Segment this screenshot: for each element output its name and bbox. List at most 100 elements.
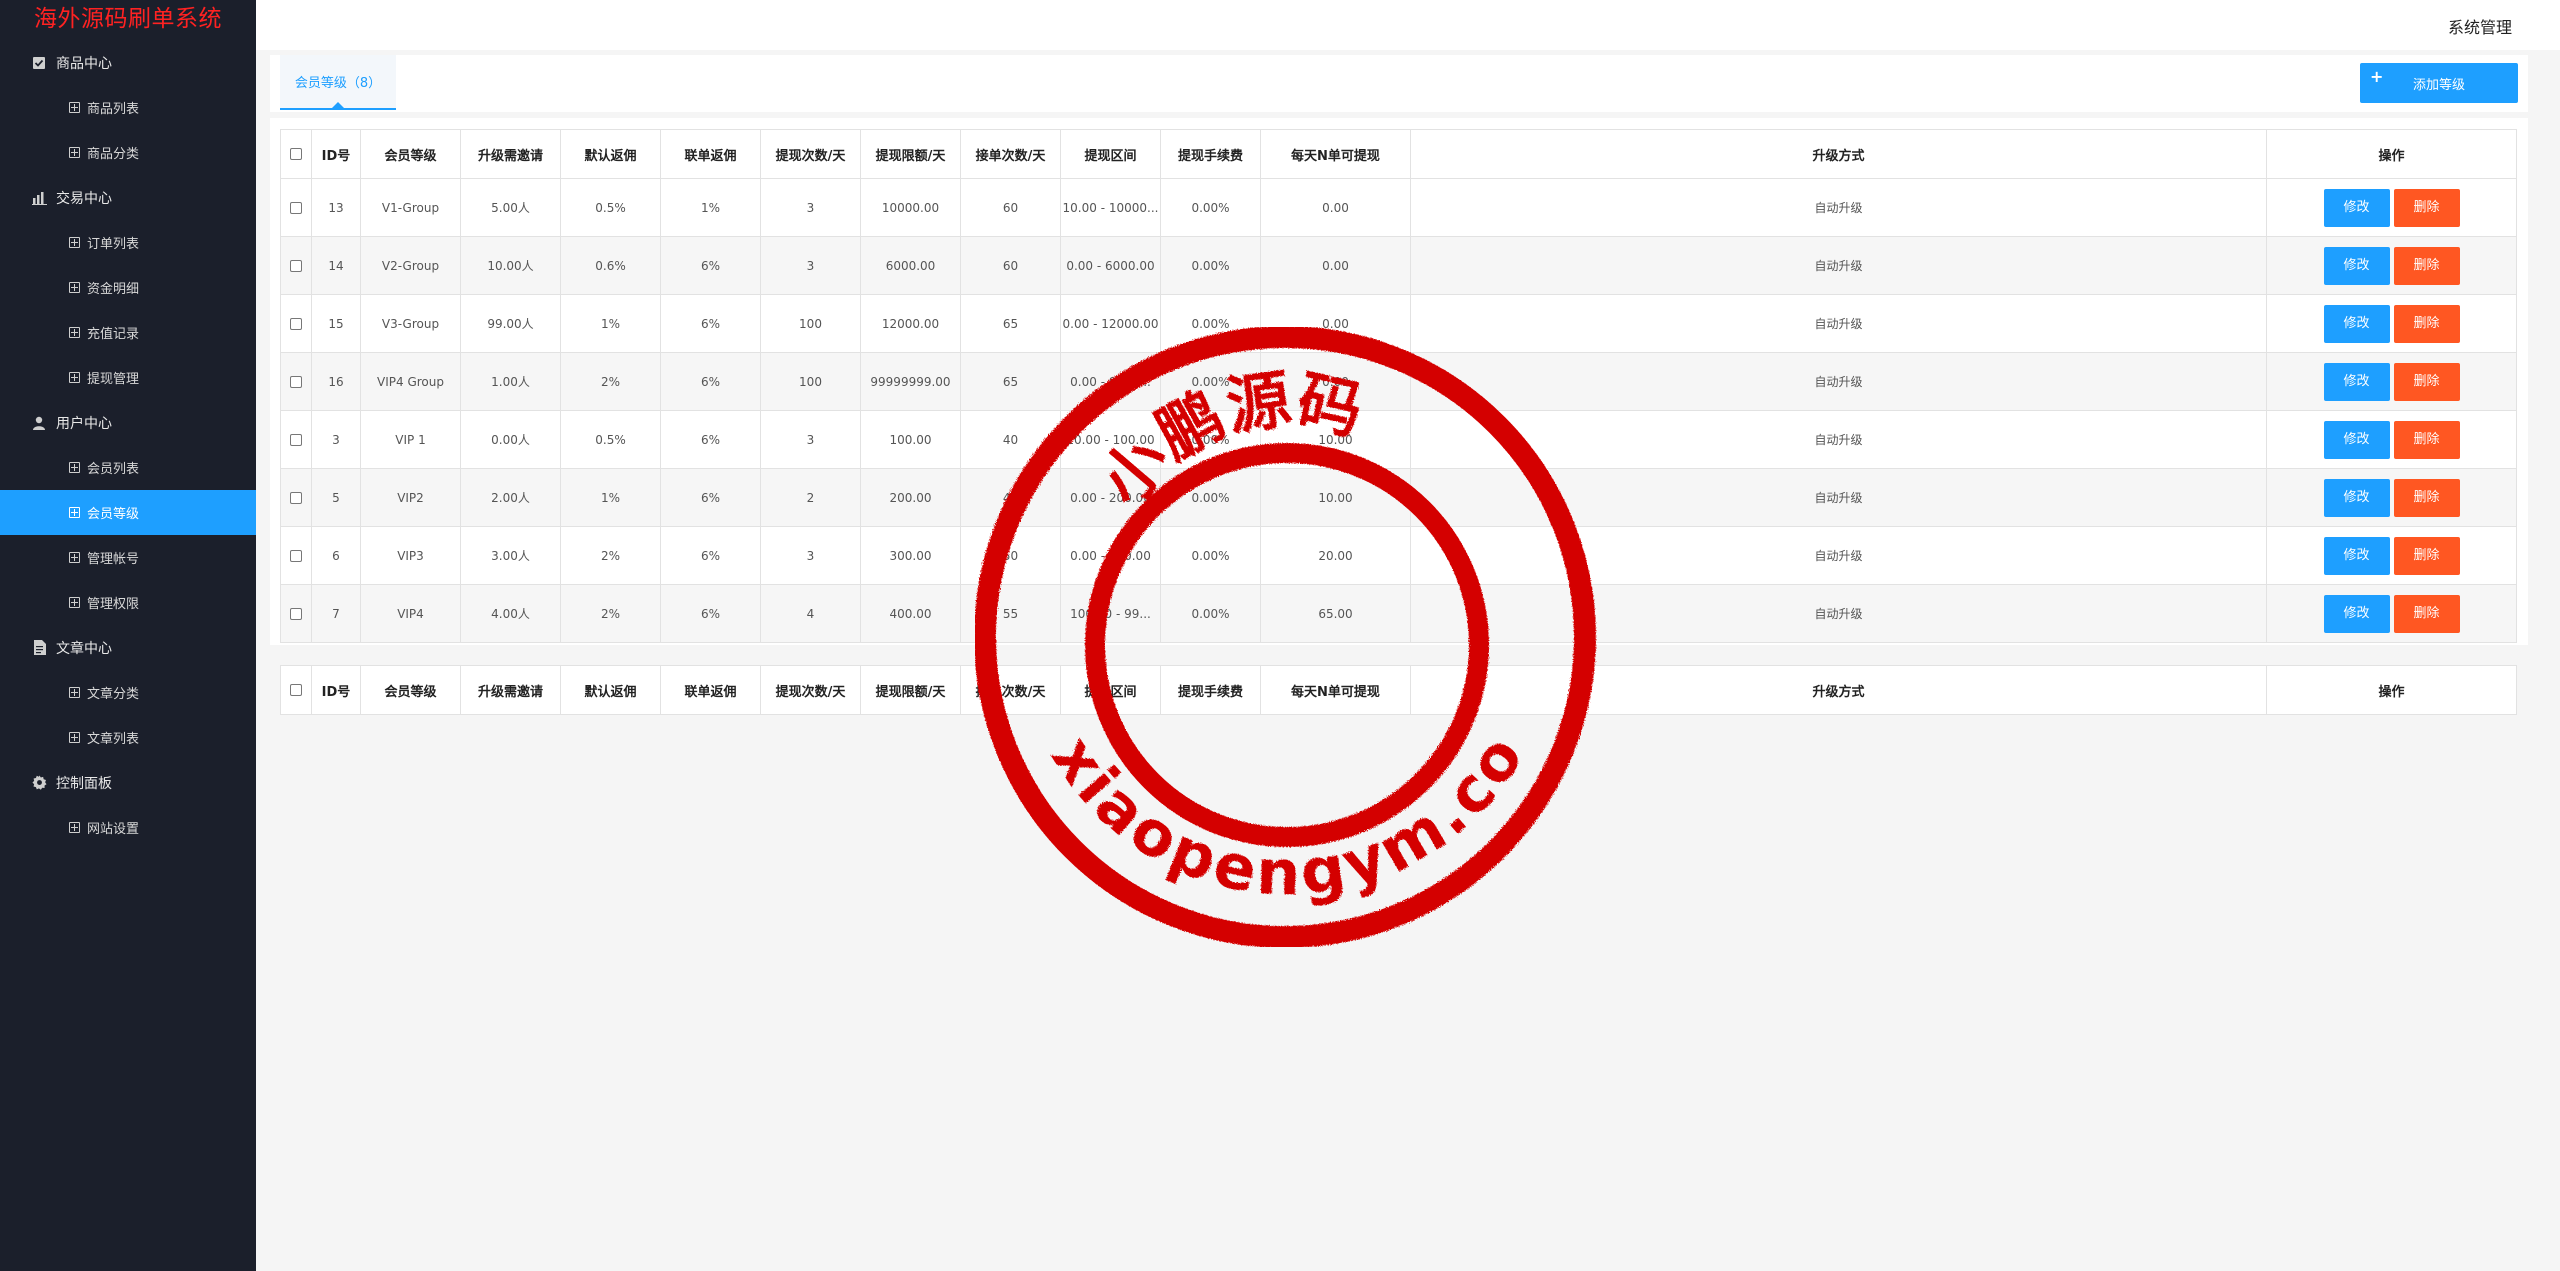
actions-cell: 修改 删除 xyxy=(2266,468,2517,527)
table-cell: V3-Group xyxy=(360,294,461,353)
grid-icon xyxy=(69,147,80,158)
sidebar-item-admin-permissions[interactable]: 管理权限 xyxy=(0,580,256,625)
sidebar-item-funds[interactable]: 资金明细 xyxy=(0,265,256,310)
table-row: 14 V2-Group 10.00人 0.6% 6% 3 6000.00 60 0.00 - 6… xyxy=(280,236,2517,295)
table-cell: 3 xyxy=(760,178,861,237)
add-level-button[interactable]: + 添加等级 xyxy=(2360,63,2518,103)
column-header: 操作 xyxy=(2266,665,2517,715)
member-level-table: ID号 会员等级 升级需邀请 默认返佣 联单返佣 提现次数/天 提现限额/天 接单次数/天 提现… xyxy=(280,129,2517,643)
table-cell: 10.00人 xyxy=(460,236,561,295)
bar-chart-icon xyxy=(31,190,47,206)
nav-group-control-panel[interactable]: 控制面板 xyxy=(0,760,256,805)
edit-button[interactable]: 修改 xyxy=(2323,420,2390,459)
edit-button[interactable]: 修改 xyxy=(2323,362,2390,401)
row-checkbox[interactable] xyxy=(290,318,302,330)
column-header: 每天N单可提现 xyxy=(1260,665,1411,715)
sidebar-item-recharge[interactable]: 充值记录 xyxy=(0,310,256,355)
grid-icon xyxy=(69,462,80,473)
table-cell: 0.00% xyxy=(1160,584,1261,643)
table-cell: 3 xyxy=(760,526,861,585)
actions-cell: 修改 删除 xyxy=(2266,178,2517,237)
nav-group-articles[interactable]: 文章中心 xyxy=(0,625,256,670)
sidebar-item-label: 订单列表 xyxy=(87,237,140,252)
grid-icon xyxy=(69,732,80,743)
table-row: 6 VIP3 3.00人 2% 6% 3 300.00 50 0.00 - 300.00 0.00… xyxy=(280,526,2517,585)
grid-icon xyxy=(69,102,80,113)
table-cell: 10.00 xyxy=(1260,468,1411,527)
row-checkbox[interactable] xyxy=(290,492,302,504)
sidebar-item-orders[interactable]: 订单列表 xyxy=(0,220,256,265)
nav-group-label: 控制面板 xyxy=(56,775,112,792)
delete-button[interactable]: 删除 xyxy=(2393,420,2460,459)
column-header: 接单次数/天 xyxy=(960,129,1061,179)
nav-group-users[interactable]: 用户中心 xyxy=(0,400,256,445)
table-cell: 40 xyxy=(960,410,1061,469)
sidebar-item-goods-list[interactable]: 商品列表 xyxy=(0,85,256,130)
column-header: 升级需邀请 xyxy=(460,665,561,715)
edit-button[interactable]: 修改 xyxy=(2323,304,2390,343)
table-cell: VIP 1 xyxy=(360,410,461,469)
delete-button[interactable]: 删除 xyxy=(2393,362,2460,401)
sidebar-item-article-category[interactable]: 文章分类 xyxy=(0,670,256,715)
delete-button[interactable]: 删除 xyxy=(2393,246,2460,285)
row-checkbox[interactable] xyxy=(290,608,302,620)
sidebar-item-label: 文章列表 xyxy=(87,732,140,747)
table-cell: 0.00 xyxy=(1260,178,1411,237)
table-cell: VIP4 xyxy=(360,584,461,643)
nav-group-trade[interactable]: 交易中心 xyxy=(0,175,256,220)
sidebar-item-admin-accounts[interactable]: 管理帐号 xyxy=(0,535,256,580)
sidebar-item-article-list[interactable]: 文章列表 xyxy=(0,715,256,760)
sidebar-item-members[interactable]: 会员列表 xyxy=(0,445,256,490)
table-cell: VIP2 xyxy=(360,468,461,527)
grid-icon xyxy=(69,687,80,698)
edit-button[interactable]: 修改 xyxy=(2323,536,2390,575)
tab-member-levels[interactable]: 会员等级（8） xyxy=(280,55,396,110)
select-all-checkbox[interactable] xyxy=(290,684,302,696)
tab-label: 会员等级（8） xyxy=(294,76,382,91)
sidebar-item-label: 管理权限 xyxy=(87,597,140,612)
edit-button[interactable]: 修改 xyxy=(2323,188,2390,227)
row-checkbox[interactable] xyxy=(290,376,302,388)
column-header: 联单返佣 xyxy=(660,665,761,715)
select-all-checkbox[interactable] xyxy=(290,148,302,160)
delete-button[interactable]: 删除 xyxy=(2393,594,2460,633)
delete-button[interactable]: 删除 xyxy=(2393,304,2460,343)
sidebar-item-label: 商品分类 xyxy=(87,147,140,162)
row-checkbox[interactable] xyxy=(290,260,302,272)
edit-button[interactable]: 修改 xyxy=(2323,478,2390,517)
sidebar-item-withdraw[interactable]: 提现管理 xyxy=(0,355,256,400)
table-cell: 自动升级 xyxy=(1410,584,2267,643)
app-logo[interactable]: 海外源码刷单系统 xyxy=(0,0,256,40)
table-cell: 0.00 xyxy=(1260,352,1411,411)
table-cell: 10.00 - 10000... xyxy=(1060,178,1161,237)
table-cell: 0.00 - 12000.00 xyxy=(1060,294,1161,353)
row-checkbox[interactable] xyxy=(290,434,302,446)
sidebar-item-site-settings[interactable]: 网站设置 xyxy=(0,805,256,850)
row-select-cell xyxy=(280,468,312,527)
system-management-link[interactable]: 系统管理 xyxy=(2448,14,2512,38)
table-cell: 0.5% xyxy=(560,410,661,469)
sidebar-item-member-levels[interactable]: 会员等级 xyxy=(0,490,256,535)
edit-button[interactable]: 修改 xyxy=(2323,246,2390,285)
column-header: 升级需邀请 xyxy=(460,129,561,179)
delete-button[interactable]: 删除 xyxy=(2393,188,2460,227)
table-cell: 自动升级 xyxy=(1410,526,2267,585)
edit-button[interactable]: 修改 xyxy=(2323,594,2390,633)
table-row: 5 VIP2 2.00人 1% 6% 2 200.00 45 0.00 - 200.00 0.00… xyxy=(280,468,2517,527)
table-cell: 自动升级 xyxy=(1410,236,2267,295)
table-cell: 0.00人 xyxy=(460,410,561,469)
column-header: 提现次数/天 xyxy=(760,129,861,179)
table-cell: 60 xyxy=(960,178,1061,237)
delete-button[interactable]: 删除 xyxy=(2393,536,2460,575)
sidebar-item-goods-category[interactable]: 商品分类 xyxy=(0,130,256,175)
nav-group-goods[interactable]: 商品中心 xyxy=(0,40,256,85)
table-cell: 6% xyxy=(660,410,761,469)
table-cell: 100 xyxy=(760,352,861,411)
row-checkbox[interactable] xyxy=(290,202,302,214)
grid-icon xyxy=(69,552,80,563)
delete-button[interactable]: 删除 xyxy=(2393,478,2460,517)
row-checkbox[interactable] xyxy=(290,550,302,562)
column-header: 默认返佣 xyxy=(560,665,661,715)
nav-group-label: 用户中心 xyxy=(56,415,112,432)
table-cell: 14 xyxy=(311,236,361,295)
